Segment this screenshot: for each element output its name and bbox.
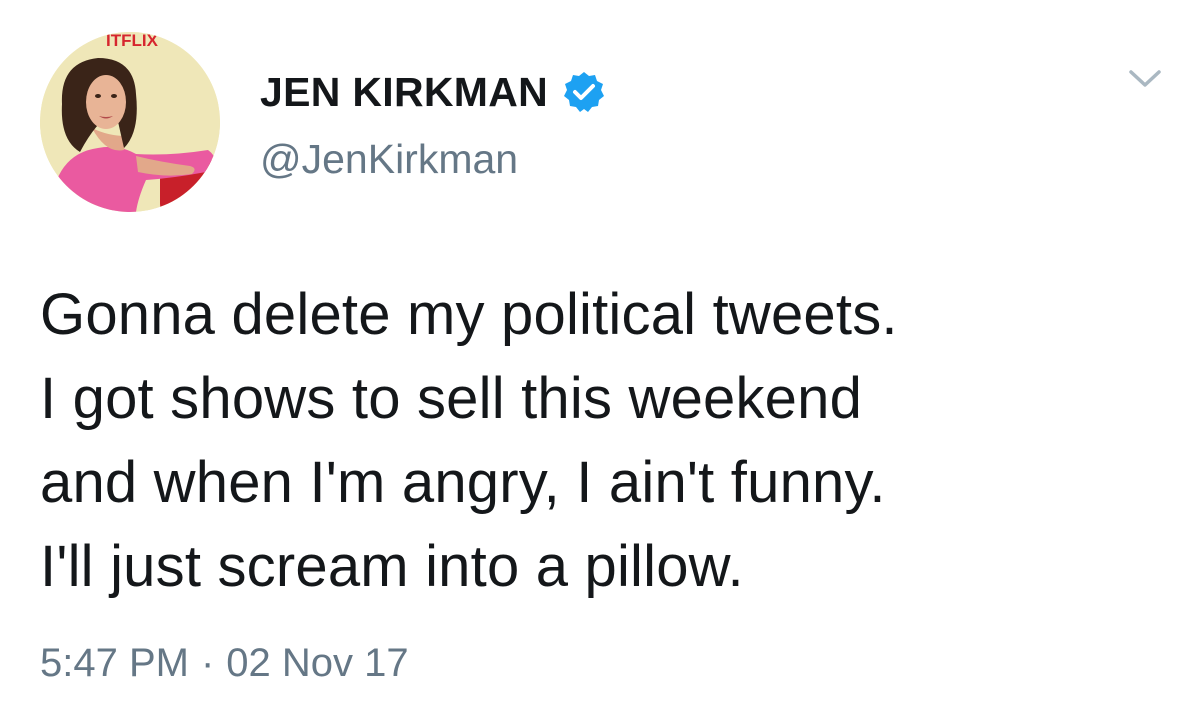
tweet-card: ITFLIX JEN KIRKMAN @JenKirkman Gonna del…: [0, 0, 1200, 724]
tweet-text-line: I got shows to sell this weekend: [40, 366, 863, 431]
tweet-timestamp[interactable]: 5:47 PM · 02 Nov 17: [40, 635, 409, 691]
avatar-logo-text: ITFLIX: [106, 32, 159, 50]
tweet-time: 5:47 PM: [40, 641, 189, 685]
tweet-text-line: and when I'm angry, I ain't funny.: [40, 450, 886, 515]
avatar-photo: ITFLIX: [40, 32, 220, 212]
timestamp-separator: ·: [200, 641, 215, 685]
tweet-text: Gonna delete my political tweets. I got …: [40, 273, 1170, 609]
chevron-down-icon[interactable]: [1125, 64, 1165, 94]
author-handle[interactable]: @JenKirkman: [260, 134, 518, 184]
verified-badge-icon: [562, 70, 606, 114]
author-row: JEN KIRKMAN: [260, 66, 606, 118]
tweet-text-line: I'll just scream into a pillow.: [40, 534, 744, 599]
author-display-name[interactable]: JEN KIRKMAN: [260, 66, 548, 118]
avatar[interactable]: ITFLIX: [40, 32, 220, 212]
tweet-text-line: Gonna delete my political tweets.: [40, 282, 898, 347]
tweet-date: 02 Nov 17: [226, 641, 409, 685]
